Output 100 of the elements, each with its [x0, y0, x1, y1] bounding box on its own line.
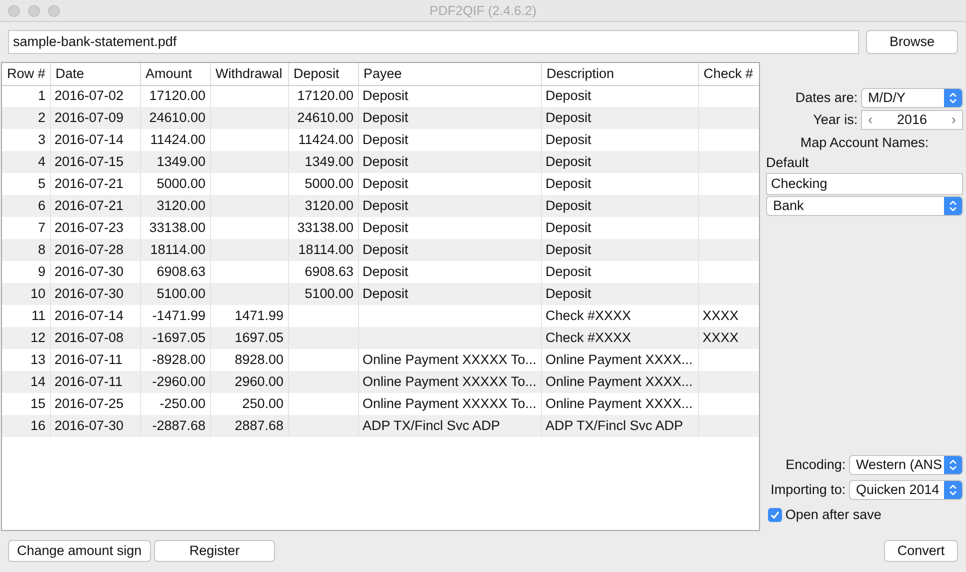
- table-cell: 2016-07-25: [54, 396, 124, 411]
- table-cell: Deposit: [546, 198, 592, 213]
- next-year-button[interactable]: ›: [951, 111, 956, 130]
- table-cell: Deposit: [546, 88, 592, 104]
- table-cell: 2016-07-30: [54, 264, 124, 279]
- table-cell: Deposit: [362, 286, 408, 301]
- table-cell: 1471.99: [234, 308, 284, 323]
- table-cell: 3: [38, 132, 46, 147]
- previous-year-button[interactable]: ‹: [868, 111, 872, 130]
- column-header[interactable]: Description: [541, 63, 698, 85]
- table-cell: 2016-07-14: [54, 132, 124, 147]
- table-cell: Deposit: [362, 110, 408, 125]
- table-cell: Online Payment XXXXX To...: [362, 396, 536, 411]
- year-value: 2016: [896, 111, 928, 130]
- table-cell: 5000.00: [304, 176, 354, 191]
- table-cell: Deposit: [362, 264, 408, 279]
- table-cell: Deposit: [362, 88, 408, 104]
- table-cell: 2016-07-21: [54, 198, 124, 213]
- table-cell: 2016-07-15: [54, 154, 124, 169]
- table-cell: 11424.00: [150, 132, 206, 147]
- column-header[interactable]: Deposit: [288, 63, 358, 85]
- table-cell: 2016-07-21: [54, 176, 124, 191]
- table-cell: 2960.00: [234, 374, 284, 389]
- table-cell: Deposit: [362, 242, 408, 257]
- table-cell: 33138.00: [297, 220, 354, 235]
- table-cell: 5100.00: [304, 286, 354, 301]
- table-cell: 11: [31, 308, 46, 323]
- table-cell: 5000.00: [156, 176, 206, 191]
- table-cell: 1349.00: [156, 154, 206, 169]
- table-cell: Online Payment XXXX...: [546, 352, 693, 367]
- table-cell: 2016-07-14: [54, 308, 124, 323]
- table-cell: Online Payment XXXXX To...: [362, 374, 536, 389]
- table-cell: 1697.05: [234, 330, 284, 345]
- column-header[interactable]: Withdrawal: [210, 63, 288, 85]
- window-control-button[interactable]: [48, 5, 60, 17]
- table-cell: 2016-07-28: [54, 242, 124, 257]
- table-cell: 14: [30, 374, 46, 389]
- dates-dropdown[interactable]: M/D/Y: [861, 88, 963, 108]
- table-cell: 10: [30, 286, 46, 301]
- table-cell: 2016-07-30: [54, 418, 124, 433]
- table-cell: 4: [38, 154, 46, 169]
- table-cell: 2016-07-08: [54, 330, 124, 345]
- table-cell: 1349.00: [304, 154, 354, 169]
- table-cell: 9: [38, 264, 46, 279]
- field-label: Default: [766, 154, 810, 172]
- table-cell: 18114.00: [298, 242, 354, 257]
- browse-button[interactable]: Browse: [866, 30, 958, 54]
- table-cell: ADP TX/Fincl Svc ADP: [362, 418, 500, 433]
- account-name-field[interactable]: Checking: [766, 173, 963, 195]
- column-header[interactable]: Date: [50, 63, 140, 85]
- table-cell: 1: [38, 88, 46, 104]
- table-cell: 17120.00: [297, 88, 354, 104]
- table-cell: 17120.00: [149, 88, 206, 104]
- table-cell: Deposit: [546, 220, 592, 235]
- table-cell: Deposit: [546, 132, 592, 147]
- stepper-icon: [944, 480, 962, 499]
- change-sign-button[interactable]: Change amount sign: [8, 540, 151, 562]
- table-cell: ADP TX/Fincl Svc ADP: [546, 418, 684, 433]
- table-cell: -8928.00: [152, 352, 206, 367]
- stepper-icon: [944, 89, 962, 108]
- table-cell: 13: [30, 352, 46, 367]
- window-control-button[interactable]: [8, 5, 20, 17]
- checkbox[interactable]: [768, 508, 782, 522]
- table-cell: 15: [30, 396, 46, 411]
- table-cell: 5: [38, 176, 46, 191]
- account-type-dropdown[interactable]: Bank: [766, 196, 963, 216]
- register-button[interactable]: Register: [154, 540, 275, 562]
- table-cell: -1697.05: [152, 330, 206, 345]
- table-cell: Online Payment XXXXX To...: [362, 352, 536, 367]
- column-header[interactable]: Payee: [358, 63, 541, 85]
- importing-dropdown[interactable]: Quicken 2014: [849, 480, 963, 500]
- table-cell: -250.00: [160, 396, 206, 411]
- table-cell: 7: [38, 220, 46, 235]
- table-cell: 18114.00: [150, 242, 206, 257]
- table-cell: Deposit: [362, 198, 408, 213]
- table-cell: 24610.00: [297, 110, 354, 125]
- table-cell: Deposit: [546, 264, 592, 279]
- column-header[interactable]: Check #: [698, 63, 759, 85]
- table-cell: 33138.00: [149, 220, 206, 235]
- stepper-icon: [944, 197, 962, 215]
- table-cell: 5100.00: [156, 286, 206, 301]
- convert-button[interactable]: Convert: [884, 540, 958, 562]
- table-cell: 6: [38, 198, 46, 213]
- table-cell: Deposit: [546, 154, 592, 169]
- file-path-field[interactable]: sample-bank-statement.pdf: [8, 30, 860, 54]
- table-cell: Deposit: [362, 154, 408, 169]
- window-control-button[interactable]: [28, 5, 40, 17]
- table-cell: Online Payment XXXX...: [546, 396, 693, 411]
- table-cell: Deposit: [546, 176, 592, 191]
- table-cell: 12: [30, 330, 46, 345]
- table-cell: Deposit: [362, 132, 408, 147]
- table-cell: 8928.00: [234, 352, 284, 367]
- table-cell: 3120.00: [304, 198, 354, 213]
- encoding-dropdown[interactable]: Western (ANS: [849, 455, 963, 476]
- column-header[interactable]: Amount: [140, 63, 210, 85]
- table-cell: XXXX: [702, 308, 739, 323]
- table-cell: -1471.99: [152, 308, 206, 323]
- column-header[interactable]: Row #: [2, 63, 50, 85]
- table-cell: 2: [38, 110, 46, 125]
- table-cell: 3120.00: [156, 198, 206, 213]
